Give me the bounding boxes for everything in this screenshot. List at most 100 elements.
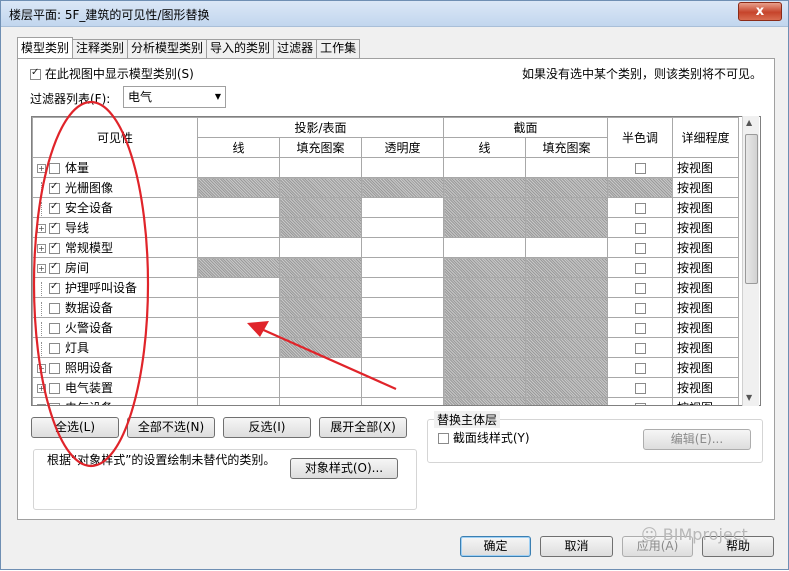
halftone-cell[interactable] (607, 237, 673, 258)
projection-lines-cell[interactable] (197, 337, 280, 358)
category-name-cell[interactable]: 安全设备 (32, 197, 198, 218)
section-lines-cell[interactable] (443, 237, 526, 258)
category-name-cell[interactable]: + 导线 (32, 217, 198, 238)
halftone-cell[interactable] (607, 277, 673, 298)
category-visibility-checkbox[interactable] (49, 163, 60, 174)
transparency-cell[interactable] (361, 237, 444, 258)
halftone-cell[interactable] (607, 377, 673, 398)
transparency-cell[interactable] (361, 197, 444, 218)
halftone-cell[interactable] (607, 257, 673, 278)
grid-scrollbar[interactable]: ▲ ▼ (742, 116, 759, 406)
header-fill-pattern[interactable]: 填充图案 (279, 137, 362, 158)
header-transparency[interactable]: 透明度 (361, 137, 444, 158)
projection-lines-cell[interactable] (197, 377, 280, 398)
ok-button[interactable]: 确定 (460, 536, 531, 557)
cancel-button[interactable]: 取消 (540, 536, 613, 557)
expand-icon[interactable]: + (37, 364, 46, 373)
halftone-cell[interactable] (607, 317, 673, 338)
section-lines-cell[interactable] (443, 157, 526, 178)
detail-level-cell[interactable]: 按视图 (672, 177, 739, 198)
category-visibility-checkbox[interactable] (49, 383, 60, 394)
category-name-cell[interactable]: 光栅图像 (32, 177, 198, 198)
detail-level-cell[interactable]: 按视图 (672, 237, 739, 258)
header-halftone[interactable]: 半色调 (607, 117, 673, 158)
halftone-checkbox[interactable] (634, 262, 646, 274)
halftone-checkbox[interactable] (634, 162, 646, 174)
detail-level-cell[interactable]: 按视图 (672, 197, 739, 218)
projection-lines-cell[interactable] (197, 357, 280, 378)
expand-icon[interactable]: + (37, 164, 46, 173)
halftone-checkbox[interactable] (634, 362, 646, 374)
halftone-cell[interactable] (607, 217, 673, 238)
category-visibility-checkbox[interactable] (49, 303, 60, 314)
category-name-cell[interactable]: 数据设备 (32, 297, 198, 318)
projection-lines-cell[interactable] (197, 237, 280, 258)
category-row[interactable]: 灯具 按视图 (32, 337, 739, 358)
scroll-up-icon[interactable]: ▲ (746, 118, 752, 127)
category-name-cell[interactable]: + 房间 (32, 257, 198, 278)
projection-fill-cell[interactable] (279, 357, 362, 378)
category-visibility-checkbox[interactable] (49, 363, 60, 374)
cut-line-styles-checkbox[interactable] (438, 433, 449, 444)
category-row[interactable]: + 导线 按视图 (32, 217, 739, 238)
category-name-cell[interactable]: + 电气装置 (32, 377, 198, 398)
transparency-cell[interactable] (361, 317, 444, 338)
expand-icon[interactable]: + (37, 384, 46, 393)
detail-level-cell[interactable]: 按视图 (672, 357, 739, 378)
projection-lines-cell[interactable] (197, 197, 280, 218)
detail-level-cell[interactable]: 按视图 (672, 217, 739, 238)
detail-level-cell[interactable]: 按视图 (672, 297, 739, 318)
halftone-cell[interactable] (607, 197, 673, 218)
halftone-cell[interactable] (607, 177, 673, 198)
category-name-cell[interactable]: + 体量 (32, 157, 198, 178)
transparency-cell[interactable] (361, 297, 444, 318)
category-row[interactable]: + 房间 按视图 (32, 257, 739, 278)
halftone-cell[interactable] (607, 297, 673, 318)
show-categories-checkbox[interactable] (30, 67, 41, 80)
header-section-lines[interactable]: 线 (443, 137, 526, 158)
expand-icon[interactable]: + (37, 404, 46, 405)
halftone-cell[interactable] (607, 357, 673, 378)
select-all-button[interactable]: 全选(L) (31, 417, 119, 438)
category-visibility-checkbox[interactable] (49, 343, 60, 354)
transparency-cell[interactable] (361, 357, 444, 378)
tab-filters[interactable]: 过滤器 (273, 39, 318, 58)
category-row[interactable]: + 电气设备 按视图 (32, 397, 739, 405)
projection-fill-cell[interactable] (279, 397, 362, 405)
category-row[interactable]: 光栅图像 按视图 (32, 177, 739, 198)
category-name-cell[interactable]: 护理呼叫设备 (32, 277, 198, 298)
transparency-cell[interactable] (361, 157, 444, 178)
category-name-cell[interactable]: 火警设备 (32, 317, 198, 338)
transparency-cell[interactable] (361, 277, 444, 298)
halftone-cell[interactable] (607, 337, 673, 358)
category-row[interactable]: 护理呼叫设备 按视图 (32, 277, 739, 298)
projection-lines-cell[interactable] (197, 217, 280, 238)
tab-worksets[interactable]: 工作集 (316, 39, 361, 58)
projection-lines-cell[interactable] (197, 297, 280, 318)
header-visibility[interactable]: 可见性 (32, 117, 198, 158)
category-row[interactable]: + 照明设备 按视图 (32, 357, 739, 378)
section-fill-cell[interactable] (525, 157, 608, 178)
category-visibility-checkbox[interactable] (49, 241, 60, 254)
projection-lines-cell[interactable] (197, 317, 280, 338)
projection-lines-cell[interactable] (197, 277, 280, 298)
category-row[interactable]: 安全设备 按视图 (32, 197, 739, 218)
detail-level-cell[interactable]: 按视图 (672, 317, 739, 338)
halftone-checkbox[interactable] (634, 382, 646, 394)
category-name-cell[interactable]: + 照明设备 (32, 357, 198, 378)
select-none-button[interactable]: 全部不选(N) (127, 417, 215, 438)
transparency-cell[interactable] (361, 377, 444, 398)
detail-level-cell[interactable]: 按视图 (672, 257, 739, 278)
halftone-checkbox[interactable] (634, 242, 646, 254)
category-visibility-checkbox[interactable] (49, 281, 60, 294)
halftone-checkbox[interactable] (634, 342, 646, 354)
category-visibility-checkbox[interactable] (49, 323, 60, 334)
category-row[interactable]: + 体量 按视图 (32, 157, 739, 178)
transparency-cell[interactable] (361, 217, 444, 238)
tab-imported-categories[interactable]: 导入的类别 (206, 39, 275, 58)
tab-annotation-categories[interactable]: 注释类别 (72, 39, 129, 58)
expand-all-button[interactable]: 展开全部(X) (319, 417, 407, 438)
halftone-cell[interactable] (607, 157, 673, 178)
filter-list-dropdown[interactable]: 电气 ▼ (123, 86, 226, 108)
transparency-cell[interactable] (361, 337, 444, 358)
